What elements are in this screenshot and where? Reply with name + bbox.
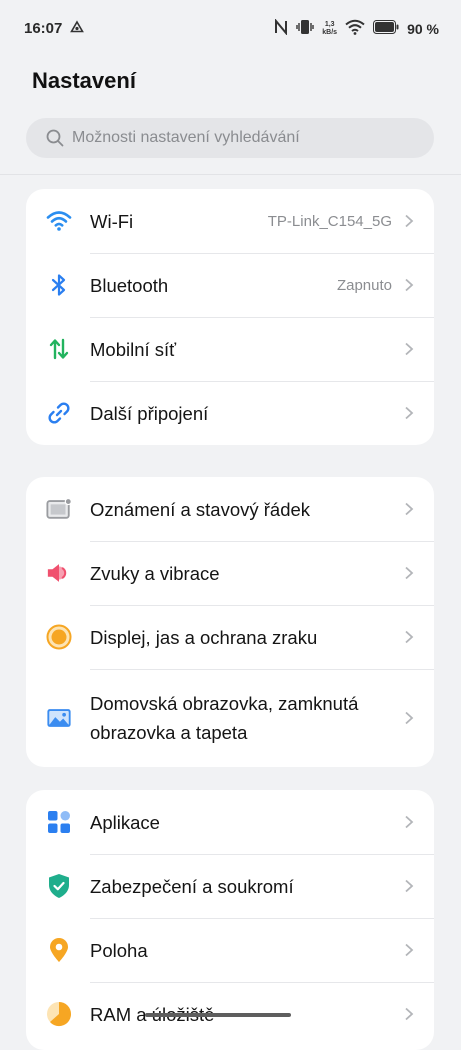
header-divider — [0, 174, 461, 175]
settings-group-personalization: Oznámení a stavový řádek Zvuky a vibrace… — [26, 477, 434, 767]
settings-item-label: Zvuky a vibrace — [90, 562, 220, 584]
settings-item-more-connections[interactable]: Další připojení — [26, 381, 434, 445]
battery-icon — [373, 19, 399, 39]
chevron-right-icon — [404, 406, 416, 420]
chevron-right-icon — [404, 943, 416, 957]
settings-item-label: Aplikace — [90, 811, 160, 833]
sound-icon — [46, 560, 72, 586]
chevron-right-icon — [404, 711, 416, 725]
settings-item-bluetooth[interactable]: Bluetooth Zapnuto — [26, 253, 434, 317]
sync-icon — [70, 20, 84, 39]
location-icon — [46, 937, 72, 963]
chevron-right-icon — [404, 879, 416, 893]
settings-item-sounds[interactable]: Zvuky a vibrace — [26, 541, 434, 605]
settings-group-connectivity: Wi-Fi TP-Link_C154_5G Bluetooth Zapnuto … — [26, 189, 434, 445]
chevron-right-icon — [404, 1007, 416, 1021]
search-placeholder: Možnosti nastavení vyhledávání — [72, 129, 300, 146]
apps-icon — [46, 809, 72, 835]
chevron-right-icon — [404, 278, 416, 292]
search-icon — [46, 129, 64, 147]
notification-icon — [46, 496, 72, 522]
battery-percent: 90 % — [407, 21, 439, 37]
bluetooth-status: Zapnuto — [336, 276, 392, 294]
network-speed: 1,3 kB/s — [322, 21, 337, 37]
link-icon — [46, 400, 72, 426]
mobile-data-icon — [46, 336, 72, 362]
settings-item-home-screen[interactable]: Domovská obrazovka, zamknutá obrazovka a… — [26, 669, 434, 767]
settings-item-label: Další připojení — [90, 402, 209, 424]
storage-icon — [46, 1001, 72, 1027]
wifi-icon — [345, 19, 365, 40]
settings-item-location[interactable]: Poloha — [26, 918, 434, 982]
settings-item-notifications[interactable]: Oznámení a stavový řádek — [26, 477, 434, 541]
display-icon — [46, 624, 72, 650]
settings-item-label: Displej, jas a ochrana zraku — [90, 626, 318, 648]
settings-group-system: Aplikace Zabezpečení a soukromí Poloha R… — [26, 790, 434, 1050]
vibrate-icon — [296, 19, 314, 40]
chevron-right-icon — [404, 214, 416, 228]
settings-item-label: Poloha — [90, 939, 148, 961]
label-line-2: obrazovka a tapeta — [90, 722, 248, 743]
chevron-right-icon — [404, 502, 416, 516]
settings-item-label: Zabezpečení a soukromí — [90, 875, 294, 897]
status-time: 16:07 — [24, 20, 63, 37]
settings-item-display[interactable]: Displej, jas a ochrana zraku — [26, 605, 434, 669]
speed-value: 1,3 — [324, 21, 335, 28]
settings-item-security[interactable]: Zabezpečení a soukromí — [26, 854, 434, 918]
settings-item-mobile-network[interactable]: Mobilní síť — [26, 317, 434, 381]
wallpaper-icon — [46, 705, 72, 731]
status-bar: 16:07 1,3 kB/s 90 % — [0, 0, 461, 58]
label-line-1: Domovská obrazovka, zamknutá — [90, 693, 359, 714]
search-input[interactable]: Možnosti nastavení vyhledávání — [26, 118, 434, 158]
bluetooth-icon — [46, 272, 72, 298]
wifi-icon — [46, 208, 72, 234]
chevron-right-icon — [404, 630, 416, 644]
shield-icon — [46, 873, 72, 899]
settings-item-label: Bluetooth — [90, 274, 169, 296]
chevron-right-icon — [404, 815, 416, 829]
home-indicator[interactable] — [145, 1013, 291, 1017]
settings-item-label: Mobilní síť — [90, 338, 177, 360]
wifi-network-name: TP-Link_C154_5G — [267, 212, 392, 230]
page-title: Nastavení — [32, 68, 136, 93]
chevron-right-icon — [404, 566, 416, 580]
settings-item-label: Oznámení a stavový řádek — [90, 498, 311, 520]
speed-unit: kB/s — [322, 29, 338, 36]
settings-item-label: Domovská obrazovka, zamknutá obrazovka a… — [90, 689, 358, 747]
nfc-icon — [274, 17, 288, 40]
settings-item-label: Wi-Fi — [90, 210, 134, 232]
settings-item-apps[interactable]: Aplikace — [26, 790, 434, 854]
chevron-right-icon — [404, 342, 416, 356]
settings-item-wifi[interactable]: Wi-Fi TP-Link_C154_5G — [26, 189, 434, 253]
